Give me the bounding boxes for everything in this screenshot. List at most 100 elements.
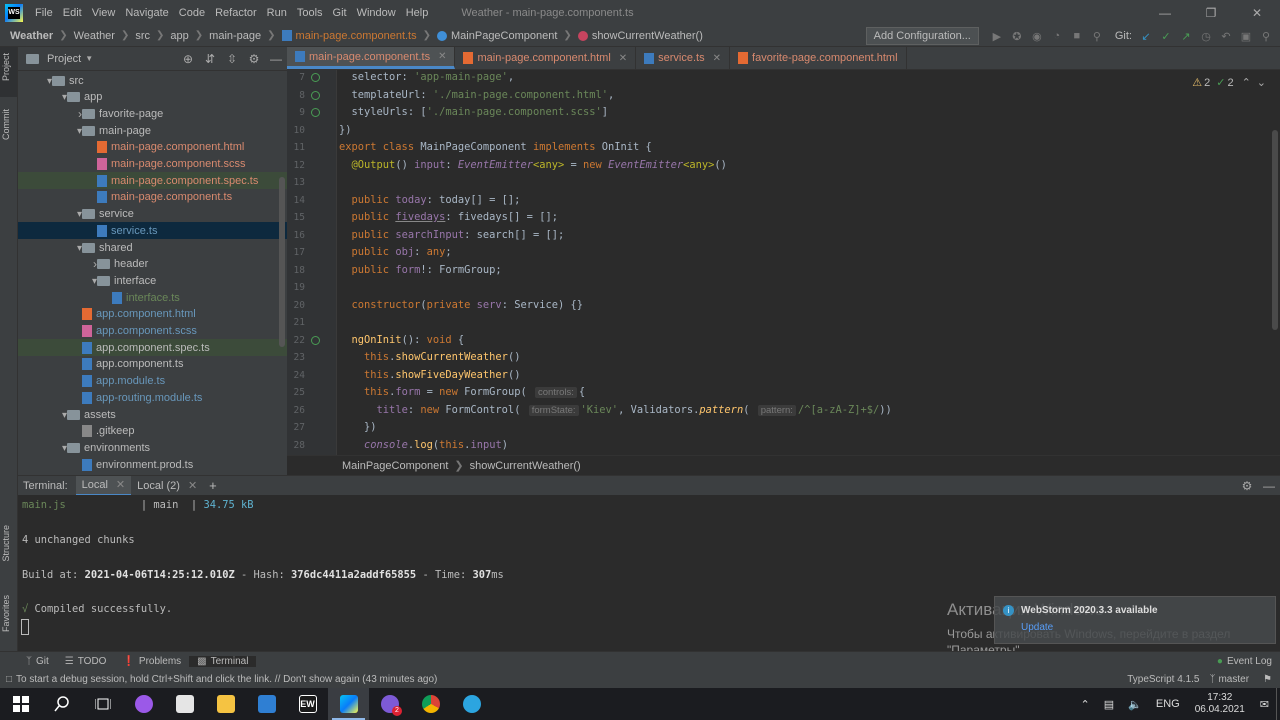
tree-file[interactable]: main-page.component.html [18,139,287,156]
code-editor[interactable]: 7 8 9 10 11 12 13 14 15 16 17 18 19 20 2… [287,70,1280,455]
menu-code[interactable]: Code [174,7,210,19]
menu-refactor[interactable]: Refactor [210,7,262,19]
tree-file[interactable]: app.component.html [18,306,287,323]
project-scrollbar[interactable] [279,177,285,347]
tab-terminal-local-2[interactable]: Local (2) ✕ [131,476,203,496]
breadcrumb-file[interactable]: main-page.component.ts [296,30,417,42]
update-link[interactable]: Update [1021,622,1053,633]
git-update-icon[interactable]: ↙ [1136,26,1156,46]
tab-terminal-local[interactable]: Local ✕ [75,475,132,496]
breadcrumb-method[interactable]: showCurrentWeather() [470,460,581,472]
locate-icon[interactable]: ⊕ [177,52,199,66]
show-desktop-button[interactable] [1276,688,1280,720]
tree-file[interactable]: app.component.ts [18,356,287,373]
todo-tool-button[interactable]: ☰ TODO [57,656,115,667]
tree-file[interactable]: environment.prod.ts [18,456,287,473]
clock[interactable]: 17:32 06.04.2021 [1195,692,1245,716]
menu-edit[interactable]: Edit [58,7,87,19]
editor-scrollbar[interactable] [1272,130,1278,330]
breadcrumb-project[interactable]: Weather [10,30,53,42]
history-icon[interactable]: ◷ [1196,26,1216,46]
commit-tool-button[interactable]: Commit [1,109,11,140]
tree-folder[interactable]: ▾ main-page [18,122,287,139]
rollback-icon[interactable]: ↶ [1216,26,1236,46]
implementation-marker-icon[interactable] [311,336,320,345]
breadcrumb-class[interactable]: MainPageComponent [342,460,448,472]
structure-tool-button[interactable]: Structure [1,525,11,562]
menu-run[interactable]: Run [262,7,292,19]
chevron-down-icon[interactable]: ▼ [85,54,93,63]
tab-favorite-page-component-html[interactable]: favorite-page.component.html [730,47,907,69]
tree-file[interactable]: .gitkeep [18,423,287,440]
tree-file[interactable]: app.component.scss [18,323,287,340]
breadcrumb-app[interactable]: app [170,30,188,42]
layout-icon[interactable]: ▣ [1236,26,1256,46]
tree-folder[interactable]: › header [18,256,287,273]
ew-app-icon[interactable]: EW [287,688,328,720]
stop-icon[interactable]: ■ [1067,26,1087,46]
gear-icon[interactable]: ⚙ [1236,479,1258,493]
hide-icon[interactable]: — [1258,479,1280,493]
breadcrumb-method[interactable]: showCurrentWeather() [592,30,703,42]
menu-navigate[interactable]: Navigate [120,7,173,19]
tree-file[interactable]: app.module.ts [18,373,287,390]
chevron-up-icon[interactable]: ⌃ [1081,698,1090,711]
status-message[interactable]: To start a debug session, hold Ctrl+Shif… [16,674,437,685]
menu-tools[interactable]: Tools [292,7,328,19]
tree-file[interactable]: app-routing.module.ts [18,389,287,406]
breadcrumb-src[interactable]: src [135,30,150,42]
tree-file[interactable]: main-page.component.ts [18,189,287,206]
menu-window[interactable]: Window [352,7,401,19]
gear-icon[interactable]: ⚙ [243,52,265,66]
breadcrumb-module[interactable]: Weather [74,30,115,42]
search-icon[interactable]: ⚲ [1087,26,1107,46]
menu-file[interactable]: File [30,7,58,19]
terminal-tool-button[interactable]: ▩ Terminal [189,656,257,667]
expand-all-icon[interactable]: ⇵ [199,52,221,66]
debug-icon[interactable]: ✪ [1007,26,1027,46]
profile-icon[interactable]: ◔ [1047,26,1067,46]
add-configuration-button[interactable]: Add Configuration... [865,27,979,45]
task-view-icon[interactable] [82,688,123,720]
tree-file[interactable]: app.component.spec.ts [18,339,287,357]
new-terminal-icon[interactable]: + [209,478,217,493]
volume-icon[interactable]: 🔈 [1128,698,1142,711]
tab-service-ts[interactable]: service.ts ✕ [636,47,731,69]
update-notification[interactable]: i WebStorm 2020.3.3 available Update [994,596,1276,644]
tree-file[interactable]: main-page.component.spec.ts [18,172,287,190]
implementation-marker-icon[interactable] [311,91,320,100]
git-branch[interactable]: master [1218,674,1249,685]
project-panel-title[interactable]: Project [47,53,81,65]
problems-tool-button[interactable]: ❗ Problems [114,656,189,667]
menu-git[interactable]: Git [328,7,352,19]
chrome-icon[interactable] [410,688,451,720]
collapse-all-icon[interactable]: ⇳ [221,52,243,66]
git-commit-icon[interactable]: ✓ [1156,26,1176,46]
keyboard-language[interactable]: ENG [1156,698,1180,710]
close-icon[interactable]: ✕ [1234,0,1280,25]
telegram-icon[interactable] [451,688,492,720]
run-icon[interactable]: ▶ [987,26,1007,46]
tab-main-page-component-ts[interactable]: main-page.component.ts ✕ [287,47,456,69]
notification-center-icon[interactable]: ✉ [1260,698,1269,711]
implementation-marker-icon[interactable] [311,73,320,82]
minimize-icon[interactable]: — [1142,0,1188,25]
wifi-icon[interactable]: ▤ [1104,698,1114,711]
tree-folder[interactable]: ▾ shared [18,239,287,256]
event-log-button[interactable]: ● Event Log [1209,656,1280,667]
tree-folder[interactable]: ▾ src [18,72,287,89]
tab-main-page-component-html[interactable]: main-page.component.html ✕ [455,47,637,69]
webstorm-taskbar-icon[interactable] [328,688,369,720]
breadcrumb-class[interactable]: MainPageComponent [451,30,557,42]
menu-view[interactable]: View [87,7,121,19]
tree-folder[interactable]: › favorite-page [18,105,287,122]
start-button[interactable] [0,688,41,720]
implementation-marker-icon[interactable] [311,108,320,117]
git-tool-button[interactable]: ᛉ Git [18,656,57,667]
tree-folder[interactable]: ▾ environments [18,439,287,456]
favorites-tool-button[interactable]: Favorites [1,595,11,632]
tree-file[interactable]: service.ts [18,222,287,240]
viber-icon[interactable]: 2 [369,688,410,720]
hide-icon[interactable]: — [265,52,287,66]
tree-folder[interactable]: ▾ service [18,206,287,223]
